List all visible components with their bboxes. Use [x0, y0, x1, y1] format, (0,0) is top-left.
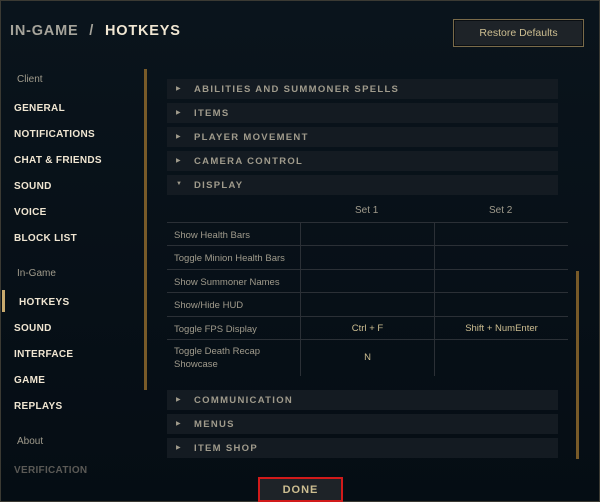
hotkey-set2-slot[interactable]: Shift + NumEnter: [435, 323, 568, 340]
chevron-right-icon: ▶: [176, 86, 181, 92]
sidebar-item-client-sound[interactable]: SOUND: [14, 181, 52, 192]
hotkey-action-label: Show Health Bars: [174, 230, 251, 241]
section-label: ITEM SHOP: [194, 443, 258, 454]
sidebar-item-voice[interactable]: VOICE: [14, 207, 47, 218]
table-row: Toggle Minion Health Bars: [167, 245, 568, 269]
hotkey-set2-slot[interactable]: [435, 298, 568, 315]
section-label: MENUS: [194, 419, 235, 430]
restore-defaults-button[interactable]: Restore Defaults: [453, 19, 584, 47]
hotkey-table: Show Health Bars Toggle Minion Health Ba…: [167, 222, 568, 376]
section-items[interactable]: ▶ ITEMS: [167, 103, 558, 123]
sidebar-group-about: About: [17, 436, 44, 447]
chevron-right-icon: ▶: [176, 445, 181, 451]
section-label: COMMUNICATION: [194, 395, 294, 406]
sidebar-item-game[interactable]: GAME: [14, 375, 45, 386]
hotkey-action-label: Toggle FPS Display: [174, 324, 257, 335]
breadcrumb-current: HOTKEYS: [104, 23, 181, 39]
hotkey-set1-slot[interactable]: [301, 275, 434, 292]
section-player-movement[interactable]: ▶ PLAYER MOVEMENT: [167, 127, 558, 147]
section-label: ABILITIES AND SUMMONER SPELLS: [194, 84, 400, 95]
section-label: CAMERA CONTROL: [194, 156, 304, 167]
chevron-right-icon: ▶: [176, 421, 181, 427]
hotkey-set2-slot[interactable]: [435, 275, 568, 292]
page-title: IN-GAME / HOTKEYS: [10, 23, 181, 39]
sidebar-item-notifications[interactable]: NOTIFICATIONS: [14, 129, 95, 140]
hotkey-action-label: Show Summoner Names: [174, 277, 280, 288]
section-item-shop[interactable]: ▶ ITEM SHOP: [167, 438, 558, 458]
sidebar-item-verification[interactable]: VERIFICATION: [14, 465, 87, 476]
sidebar-group-ingame: In-Game: [17, 268, 56, 279]
breadcrumb-parent: IN-GAME: [10, 23, 79, 39]
sidebar-item-chat-friends[interactable]: CHAT & FRIENDS: [14, 155, 102, 166]
sidebar-selection-indicator: [2, 290, 5, 312]
hotkey-set1-slot[interactable]: [301, 228, 434, 245]
table-divider: [300, 222, 301, 376]
sidebar-item-ingame-sound[interactable]: SOUND: [14, 323, 52, 334]
hotkey-set2-slot[interactable]: [435, 228, 568, 245]
breadcrumb-separator: /: [89, 23, 95, 39]
set1-column-header: Set 1: [355, 205, 379, 216]
sidebar-scrollbar[interactable]: [144, 69, 147, 390]
section-label: ITEMS: [194, 108, 230, 119]
set2-column-header: Set 2: [489, 205, 513, 216]
hotkey-set2-slot[interactable]: [435, 352, 568, 369]
chevron-right-icon: ▶: [176, 134, 181, 140]
hotkey-action-label: Show/Hide HUD: [174, 300, 244, 311]
section-label: DISPLAY: [194, 180, 244, 191]
section-display[interactable]: ▼ DISPLAY: [167, 175, 558, 195]
hotkey-set2-slot[interactable]: [435, 251, 568, 268]
chevron-down-icon: ▼: [176, 181, 182, 187]
content-scrollbar[interactable]: [576, 271, 579, 459]
table-row: Show/Hide HUD: [167, 292, 568, 316]
sidebar-item-replays[interactable]: REPLAYS: [14, 401, 62, 412]
section-communication[interactable]: ▶ COMMUNICATION: [167, 390, 558, 410]
hotkey-action-label: Toggle Minion Health Bars: [174, 253, 285, 264]
table-row: Show Summoner Names: [167, 269, 568, 292]
hotkey-set1-slot[interactable]: N: [301, 352, 434, 369]
sidebar-item-general[interactable]: GENERAL: [14, 103, 65, 114]
sidebar-item-block-list[interactable]: BLOCK LIST: [14, 233, 77, 244]
hotkey-set1-slot[interactable]: [301, 251, 434, 268]
table-row: Show Health Bars: [167, 222, 568, 245]
chevron-right-icon: ▶: [176, 158, 181, 164]
table-divider: [434, 222, 435, 376]
section-menus[interactable]: ▶ MENUS: [167, 414, 558, 434]
sidebar-group-client: Client: [17, 74, 43, 85]
settings-window: IN-GAME / HOTKEYS Restore Defaults Clien…: [0, 0, 600, 502]
chevron-right-icon: ▶: [176, 110, 181, 116]
sidebar-item-interface[interactable]: INTERFACE: [14, 349, 73, 360]
done-button[interactable]: DONE: [258, 477, 343, 502]
hotkey-set1-slot[interactable]: Ctrl + F: [301, 323, 434, 340]
section-label: PLAYER MOVEMENT: [194, 132, 309, 143]
section-camera-control[interactable]: ▶ CAMERA CONTROL: [167, 151, 558, 171]
chevron-right-icon: ▶: [176, 397, 181, 403]
hotkey-set1-slot[interactable]: [301, 298, 434, 315]
sidebar-item-hotkeys[interactable]: HOTKEYS: [19, 297, 69, 308]
table-row: Toggle FPS Display Ctrl + F Shift + NumE…: [167, 316, 568, 339]
hotkey-action-label: Toggle Death Recap Showcase: [174, 346, 261, 370]
done-button-label: DONE: [282, 484, 319, 496]
section-abilities-summoner-spells[interactable]: ▶ ABILITIES AND SUMMONER SPELLS: [167, 79, 558, 99]
table-row: Toggle Death Recap Showcase N: [167, 339, 568, 376]
